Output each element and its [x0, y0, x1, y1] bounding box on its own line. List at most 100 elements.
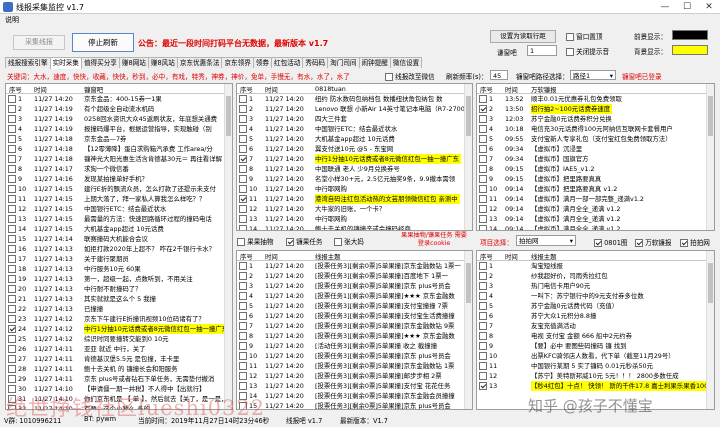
table-row[interactable]: 18 11/27 14:13 中行服务10元 60果 [6, 264, 232, 274]
row-checkbox[interactable] [8, 245, 16, 253]
tab-9[interactable]: 秀码码 [302, 57, 329, 68]
table-row[interactable]: 7 11/27 14:20 中行1分抽10元话费或者8元微信红包一抽一撞广东 [237, 154, 472, 164]
table-row[interactable]: 19 11/27 14:13 第一，超级一起，点数听到，不用关注 [6, 274, 232, 284]
table-row[interactable]: 11 09:14 【虚拟币】满月一部一部完整_递满v1.2 [477, 194, 714, 204]
tab-0[interactable]: 线报搜索引擎 [5, 57, 51, 68]
table-row[interactable]: 1 13:52 顺丰0.01元优惠券礼包免费领取 [477, 94, 714, 104]
column-header[interactable]: 序号 [9, 85, 22, 94]
table-row[interactable]: 4 一叫下：苏宁银行中的9元支付券多位数 [477, 291, 714, 301]
row-checkbox[interactable] [239, 175, 247, 183]
table-row[interactable]: 5 11/27 14:20 大机基金app超过 10元话费 [237, 134, 472, 144]
table-row[interactable]: 11 11/27 14:15 上期大落了，拜一家私人算我怎么样吃？？ [6, 194, 232, 204]
row-checkbox[interactable] [479, 205, 487, 213]
row-checkbox[interactable] [479, 195, 487, 203]
row-checkbox[interactable] [239, 342, 247, 350]
scrollbar[interactable] [464, 251, 472, 409]
row-checkbox[interactable] [479, 125, 487, 133]
stop-refresh-button[interactable]: 停止刷新 [72, 33, 134, 52]
row-checkbox[interactable] [239, 332, 247, 340]
table-row[interactable]: 13 11/27 14:15 最需量的方法：快速回路循环过程的撞码电话 [6, 214, 232, 224]
table-row[interactable]: 10 11/27 14:20 [投票任务3][剩余0票]5单果撞]京东 plus号员… [237, 351, 472, 361]
mid-filter-a[interactable]: 果果抽物 [237, 236, 273, 246]
row-checkbox[interactable] [479, 215, 487, 223]
row-checkbox[interactable] [239, 195, 247, 203]
table-row[interactable]: 6 11/27 14:20 翼支付送10元 @5 - 东宝网 [237, 144, 472, 154]
row-checkbox[interactable] [239, 205, 247, 213]
row-checkbox[interactable] [479, 115, 487, 123]
row-checkbox[interactable] [239, 322, 247, 330]
read-settings-button[interactable]: 设置为读取行距 [490, 30, 556, 43]
table-row[interactable]: 5 09:55 支付宝新人专享礼包（支付宝红包免费领取方法） [477, 134, 714, 144]
scrollbar[interactable] [224, 84, 232, 409]
row-checkbox[interactable] [479, 282, 487, 290]
table-row[interactable]: 13 11/27 14:20 中行耶网购 [237, 214, 472, 224]
table-row[interactable]: 4 10:18 电信充30元话费得100元阿纳信互联网卡套餐用户 [477, 124, 714, 134]
row-checkbox[interactable] [479, 155, 487, 163]
row-checkbox[interactable] [8, 365, 16, 373]
close-tray-checkbox[interactable] [566, 48, 574, 56]
table-row[interactable]: 16 11/27 14:13 如拒打款2020年上超不？ 咋在2千银行卡水？ [6, 244, 232, 254]
table-row[interactable]: 14 09:14 【虚拟币】满月全全_递满 v1.2 [477, 224, 714, 230]
row-checkbox[interactable] [479, 225, 487, 230]
tab-12[interactable]: 微信设置 [389, 57, 423, 68]
table-row[interactable]: 13 【秒4红包】十点！ 快领！ 斯的千件17.8 嘉士利果乐果香1000g [477, 381, 714, 391]
row-checkbox[interactable] [479, 262, 487, 270]
table-row[interactable]: 1 11/27 14:20 [投票任务3][剩余0票]5单果撞]京东金融数钻 1票一 [237, 261, 472, 271]
row-checkbox[interactable] [239, 302, 247, 310]
table-row[interactable]: 12 11/27 14:20 [投票任务3][剩余0票]5单果撞]邮步步相 2票 [237, 371, 472, 381]
filter-checkbox[interactable] [385, 73, 393, 81]
mid-filter-c-checkbox[interactable] [334, 238, 342, 246]
row-checkbox[interactable] [8, 95, 16, 103]
project-select[interactable]: 拍拍网 ▾ [516, 235, 576, 246]
table-row[interactable]: 3 热门电信卡用户90元 [477, 281, 714, 291]
row-checkbox[interactable] [479, 362, 487, 370]
row-checkbox[interactable] [479, 185, 487, 193]
row-checkbox[interactable] [8, 125, 16, 133]
row-checkbox[interactable] [8, 175, 16, 183]
row-checkbox[interactable] [8, 105, 16, 113]
table-row[interactable]: 5 苏宁金融0元话费代码（充值） [477, 301, 714, 311]
table-row[interactable]: 23 11/27 14:12 京东下午建行E折撞讯视频10位码诸有了？ [6, 314, 232, 324]
table-row[interactable]: 22 11/27 14:13 已撞撞 [6, 304, 232, 314]
table-row[interactable]: 6 09:34 【虚拟币】沉浸里 [477, 144, 714, 154]
table-row[interactable]: 3 12:03 苏宁金融0元话费券积分兑换 [477, 114, 714, 124]
column-header[interactable]: 时间 [34, 85, 47, 94]
mid-filter-a-checkbox[interactable] [237, 238, 245, 246]
right-filter-c-checkbox[interactable] [680, 239, 688, 247]
table-row[interactable]: 10 09:14 【虚拟币】把里路要真真 v1.2 [477, 184, 714, 194]
table-row[interactable]: 2 纱我超好价，司雨秀拉红包 [477, 271, 714, 281]
tab-8[interactable]: 红包活动 [271, 57, 304, 68]
table-row[interactable]: 14 11/27 14:20 [投票任务3][剩余0票]5单果撞]京东金融会员撞撞 [237, 391, 472, 401]
close-tray-option[interactable]: 关闭提示音 [566, 46, 609, 56]
row-checkbox[interactable] [479, 302, 487, 310]
row-checkbox[interactable] [8, 165, 16, 173]
tab-3[interactable]: 赚8网站 [118, 57, 149, 68]
row-checkbox[interactable] [8, 215, 16, 223]
row-checkbox[interactable] [239, 135, 247, 143]
table-row[interactable]: 10 出票KFC骑邻店人数看，代下单（截至11月29号） [477, 351, 714, 361]
tab-1[interactable]: 实时采集 [49, 57, 82, 69]
table-row[interactable]: 6 苏宁大众1元积分8.8撞 [477, 311, 714, 321]
table-row[interactable]: 5 11/27 14:20 [投票任务3][剩余0票]5单果撞]支付宝撞撞 7票 [237, 301, 472, 311]
table-row[interactable]: 3 11/27 14:19 0258回水资讯大众45返刷状友，年底想关通费 [6, 114, 232, 124]
tab-2[interactable]: 值得买分享 [80, 57, 120, 68]
maximize-icon[interactable]: ☐ [676, 0, 698, 14]
table-row[interactable]: 3 11/27 14:20 四大三件套 [237, 114, 472, 124]
table-row[interactable]: 9 11/27 14:20 名堂小样30+元，2.5亿元抽奖9条，9.9撤本需领 [237, 174, 472, 184]
tab-10[interactable]: 淘门司间 [327, 57, 360, 68]
table-row[interactable]: 12 11/27 14:20 大牛家的旧账，一个卡？ [237, 204, 472, 214]
row-checkbox[interactable] [8, 225, 16, 233]
table-row[interactable]: 13 11/27 14:20 [投票任务3][剩余0票]5单果撞]支付宝 花花任务 [237, 381, 472, 391]
row-checkbox[interactable] [239, 165, 247, 173]
tab-4[interactable]: 赚8风站 [147, 57, 178, 68]
table-row[interactable]: 14 11/27 14:15 大机基金app超过 10元话费 [6, 224, 232, 234]
table-row[interactable]: 15 11/27 14:20 [投票任务3][剩余0票]5单果撞]京东 plus号员… [237, 401, 472, 409]
row-checkbox[interactable] [239, 312, 247, 320]
table-row[interactable]: 13 09:14 【虚拟币】满月全全_递满 v1.2 [477, 214, 714, 224]
scrollbar[interactable] [706, 84, 714, 230]
table-row[interactable]: 9 11/27 14:20 [活动任务3][剩余0票]5单果撞 收之 截撞撞 [237, 341, 472, 351]
table-row[interactable]: 1 淘宝短线报 [477, 261, 714, 271]
table-row[interactable]: 7 友宝充值满活动 [477, 321, 714, 331]
row-checkbox[interactable] [479, 135, 487, 143]
table-row[interactable]: 8 11/27 14:20 [投票任务3][剩余0票]5单果撞]★★★ 京东金融数 [237, 331, 472, 341]
